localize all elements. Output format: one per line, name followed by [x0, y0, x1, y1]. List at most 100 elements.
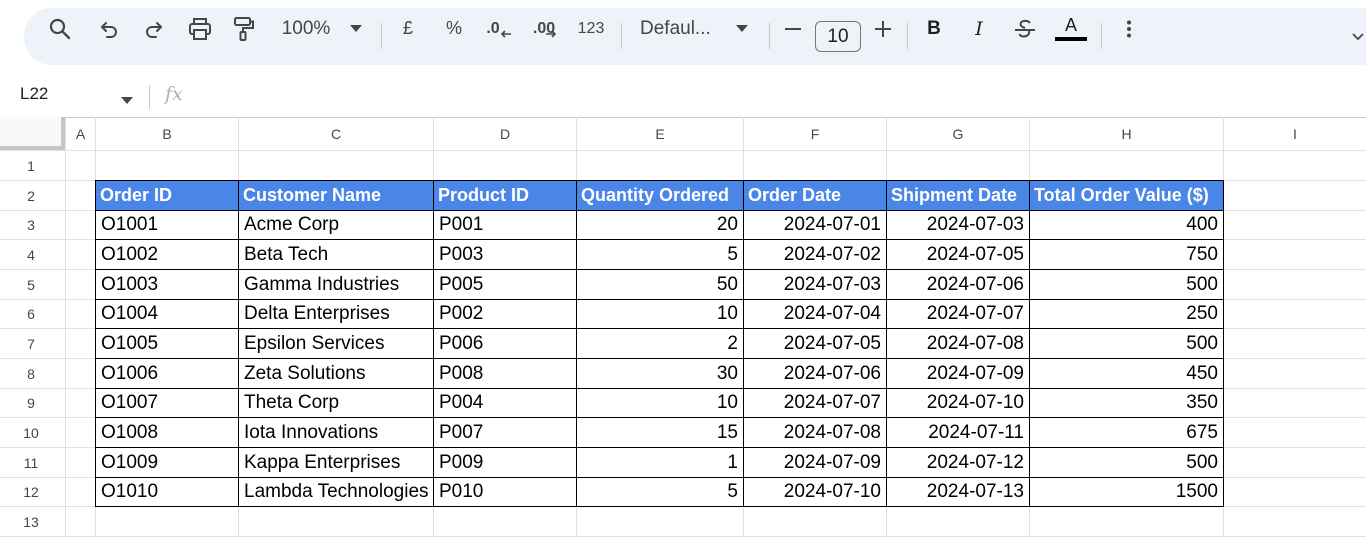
table-cell[interactable]: 2	[577, 329, 743, 358]
table-header-cell[interactable]: Order ID	[96, 181, 238, 210]
table-cell[interactable]: 500	[1030, 448, 1223, 477]
column-header-e[interactable]: E	[577, 118, 743, 149]
table-cell[interactable]: O1004	[96, 300, 238, 328]
more-options-icon[interactable]	[1118, 0, 1140, 57]
name-box-dropdown-icon[interactable]	[121, 92, 133, 110]
print-icon[interactable]	[186, 0, 214, 57]
font-dropdown-icon[interactable]	[733, 0, 751, 57]
table-cell[interactable]: 2024-07-09	[887, 359, 1029, 388]
row-header-6[interactable]: 6	[0, 300, 62, 328]
table-cell[interactable]: O1010	[96, 478, 238, 506]
table-cell[interactable]: 2024-07-06	[887, 270, 1029, 299]
row-header-5[interactable]: 5	[0, 270, 62, 299]
row-header-4[interactable]: 4	[0, 240, 62, 269]
table-cell[interactable]: 1	[577, 448, 743, 477]
table-cell[interactable]: P001	[434, 211, 576, 239]
table-cell[interactable]: O1007	[96, 389, 238, 417]
table-cell[interactable]: O1006	[96, 359, 238, 388]
table-cell[interactable]: O1002	[96, 240, 238, 269]
column-header-c[interactable]: C	[239, 118, 433, 149]
table-cell[interactable]: 2024-07-09	[744, 448, 886, 477]
table-cell[interactable]: 450	[1030, 359, 1223, 388]
table-cell[interactable]: 20	[577, 211, 743, 239]
table-cell[interactable]: 1500	[1030, 478, 1223, 506]
table-cell[interactable]: Zeta Solutions	[239, 359, 433, 388]
table-cell[interactable]: O1003	[96, 270, 238, 299]
row-header-10[interactable]: 10	[0, 418, 62, 447]
table-cell[interactable]: P010	[434, 478, 576, 506]
table-cell[interactable]: 675	[1030, 418, 1223, 447]
table-cell[interactable]: 2024-07-04	[744, 300, 886, 328]
bold-button[interactable]: B	[922, 0, 946, 57]
table-cell[interactable]: 350	[1030, 389, 1223, 417]
table-cell[interactable]: 2024-07-05	[744, 329, 886, 358]
column-header-a[interactable]: A	[66, 118, 95, 149]
undo-icon[interactable]	[96, 0, 122, 57]
table-cell[interactable]: 2024-07-03	[744, 270, 886, 299]
table-cell[interactable]: 30	[577, 359, 743, 388]
table-header-cell[interactable]: Shipment Date	[887, 181, 1029, 210]
table-cell[interactable]: 2024-07-11	[887, 418, 1029, 447]
row-header-7[interactable]: 7	[0, 329, 62, 358]
table-cell[interactable]: P008	[434, 359, 576, 388]
table-cell[interactable]: 250	[1030, 300, 1223, 328]
table-cell[interactable]: Iota Innovations	[239, 418, 433, 447]
frozen-row-bar[interactable]	[0, 146, 65, 150]
table-cell[interactable]: 15	[577, 418, 743, 447]
table-cell[interactable]: P007	[434, 418, 576, 447]
row-header-1[interactable]: 1	[0, 151, 62, 180]
table-header-cell[interactable]: Customer Name	[239, 181, 433, 210]
table-cell[interactable]: 750	[1030, 240, 1223, 269]
table-header-cell[interactable]: Total Order Value ($)	[1030, 181, 1223, 210]
table-header-cell[interactable]: Quantity Ordered	[577, 181, 743, 210]
more-formats-button[interactable]: 123	[575, 0, 607, 57]
table-cell[interactable]: 2024-07-12	[887, 448, 1029, 477]
table-cell[interactable]: P006	[434, 329, 576, 358]
table-header-cell[interactable]: Product ID	[434, 181, 576, 210]
column-header-f[interactable]: F	[744, 118, 886, 149]
text-color-button[interactable]: A	[1054, 0, 1088, 57]
table-cell[interactable]: P003	[434, 240, 576, 269]
table-cell[interactable]: Beta Tech	[239, 240, 433, 269]
table-cell[interactable]: 2024-07-10	[887, 389, 1029, 417]
table-header-cell[interactable]: Order Date	[744, 181, 886, 210]
table-cell[interactable]: Kappa Enterprises	[239, 448, 433, 477]
column-header-d[interactable]: D	[434, 118, 576, 149]
zoom-select[interactable]: 100%	[276, 0, 336, 57]
table-cell[interactable]: 2024-07-03	[887, 211, 1029, 239]
font-size-input[interactable]: 10	[815, 21, 861, 52]
table-cell[interactable]: 2024-07-10	[744, 478, 886, 506]
increase-font-size-icon[interactable]	[872, 0, 894, 57]
format-currency-button[interactable]: £	[396, 0, 420, 57]
table-cell[interactable]: 10	[577, 300, 743, 328]
table-cell[interactable]: 500	[1030, 270, 1223, 299]
table-cell[interactable]: 2024-07-07	[744, 389, 886, 417]
table-cell[interactable]: 2024-07-02	[744, 240, 886, 269]
name-box[interactable]: L22	[20, 84, 48, 104]
table-cell[interactable]: P002	[434, 300, 576, 328]
italic-button[interactable]: I	[967, 0, 991, 57]
table-cell[interactable]: Epsilon Services	[239, 329, 433, 358]
font-select[interactable]: Defaul...	[640, 0, 722, 57]
table-cell[interactable]: P005	[434, 270, 576, 299]
decrease-decimal-button[interactable]: .0	[484, 0, 514, 57]
table-cell[interactable]: 5	[577, 478, 743, 506]
table-cell[interactable]: 500	[1030, 329, 1223, 358]
row-header-13[interactable]: 13	[0, 507, 62, 536]
column-header-g[interactable]: G	[887, 118, 1029, 149]
table-cell[interactable]: 400	[1030, 211, 1223, 239]
increase-decimal-button[interactable]: .00	[529, 0, 561, 57]
row-header-3[interactable]: 3	[0, 211, 62, 239]
column-header-b[interactable]: B	[96, 118, 238, 149]
strikethrough-icon[interactable]	[1012, 0, 1038, 57]
chevron-down-icon[interactable]	[1352, 28, 1364, 46]
row-header-11[interactable]: 11	[0, 448, 62, 477]
redo-icon[interactable]	[141, 0, 167, 57]
table-cell[interactable]: 2024-07-06	[744, 359, 886, 388]
column-header-i[interactable]: I	[1224, 118, 1366, 149]
row-header-12[interactable]: 12	[0, 478, 62, 506]
table-cell[interactable]: O1005	[96, 329, 238, 358]
table-cell[interactable]: Acme Corp	[239, 211, 433, 239]
table-cell[interactable]: O1001	[96, 211, 238, 239]
row-header-9[interactable]: 9	[0, 389, 62, 417]
